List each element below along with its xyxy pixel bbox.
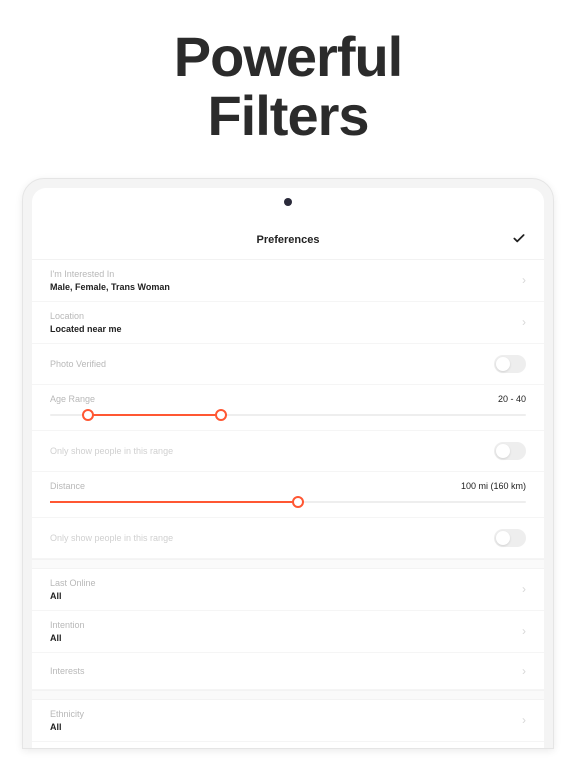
last-online-value: All (50, 591, 526, 601)
page-title: Preferences (257, 234, 320, 246)
slider-thumb-min[interactable] (82, 409, 94, 421)
age-range-row: Age Range 20 - 40 (32, 385, 544, 431)
ethnicity-value: All (50, 722, 526, 732)
age-range-value: 20 - 40 (498, 394, 526, 404)
screen-content: Preferences I'm Interested In Male, Fema… (32, 188, 544, 748)
chevron-right-icon: › (522, 582, 526, 596)
age-only-toggle[interactable] (494, 442, 526, 460)
distance-row: Distance 100 mi (160 km) (32, 472, 544, 518)
intention-label: Intention (50, 620, 526, 630)
chevron-right-icon: › (522, 273, 526, 287)
interested-label: I'm Interested In (50, 269, 526, 279)
body-type-row[interactable]: Body Type › (32, 742, 544, 748)
device-screen: Preferences I'm Interested In Male, Fema… (32, 188, 544, 748)
marketing-heading: Powerful Filters (0, 0, 576, 166)
section-gap (32, 690, 544, 700)
ethnicity-label: Ethnicity (50, 709, 526, 719)
interested-value: Male, Female, Trans Woman (50, 282, 526, 292)
chevron-right-icon: › (522, 713, 526, 727)
age-range-slider[interactable] (50, 414, 526, 416)
section-gap (32, 559, 544, 569)
interested-in-row[interactable]: I'm Interested In Male, Female, Trans Wo… (32, 260, 544, 302)
slider-thumb[interactable] (292, 496, 304, 508)
interests-label: Interests (50, 666, 526, 676)
distance-only-toggle[interactable] (494, 529, 526, 547)
marketing-line2: Filters (207, 84, 368, 147)
distance-only-label: Only show people in this range (50, 533, 494, 543)
header-bar: Preferences (32, 222, 544, 260)
photo-verified-toggle[interactable] (494, 355, 526, 373)
location-label: Location (50, 311, 526, 321)
intention-row[interactable]: Intention All › (32, 611, 544, 653)
distance-label: Distance (50, 481, 85, 491)
last-online-row[interactable]: Last Online All › (32, 569, 544, 611)
distance-slider[interactable] (50, 501, 526, 503)
distance-only-range-row: Only show people in this range (32, 518, 544, 559)
location-value: Located near me (50, 324, 526, 334)
chevron-right-icon: › (522, 624, 526, 638)
camera-icon (284, 198, 292, 206)
confirm-button[interactable] (512, 232, 526, 249)
slider-thumb-max[interactable] (215, 409, 227, 421)
marketing-title: Powerful Filters (0, 28, 576, 146)
photo-verified-row: Photo Verified (32, 344, 544, 385)
age-only-label: Only show people in this range (50, 446, 494, 456)
photo-verified-label: Photo Verified (50, 359, 494, 369)
age-only-range-row: Only show people in this range (32, 431, 544, 472)
age-range-label: Age Range (50, 394, 95, 404)
checkmark-icon (512, 232, 526, 246)
last-online-label: Last Online (50, 578, 526, 588)
distance-value: 100 mi (160 km) (461, 481, 526, 491)
ethnicity-row[interactable]: Ethnicity All › (32, 700, 544, 742)
location-row[interactable]: Location Located near me › (32, 302, 544, 344)
slider-fill (88, 414, 221, 416)
chevron-right-icon: › (522, 315, 526, 329)
slider-fill (50, 501, 298, 503)
marketing-line1: Powerful (174, 25, 402, 88)
interests-row[interactable]: Interests › (32, 653, 544, 690)
device-frame: Preferences I'm Interested In Male, Fema… (22, 178, 554, 749)
chevron-right-icon: › (522, 664, 526, 678)
intention-value: All (50, 633, 526, 643)
